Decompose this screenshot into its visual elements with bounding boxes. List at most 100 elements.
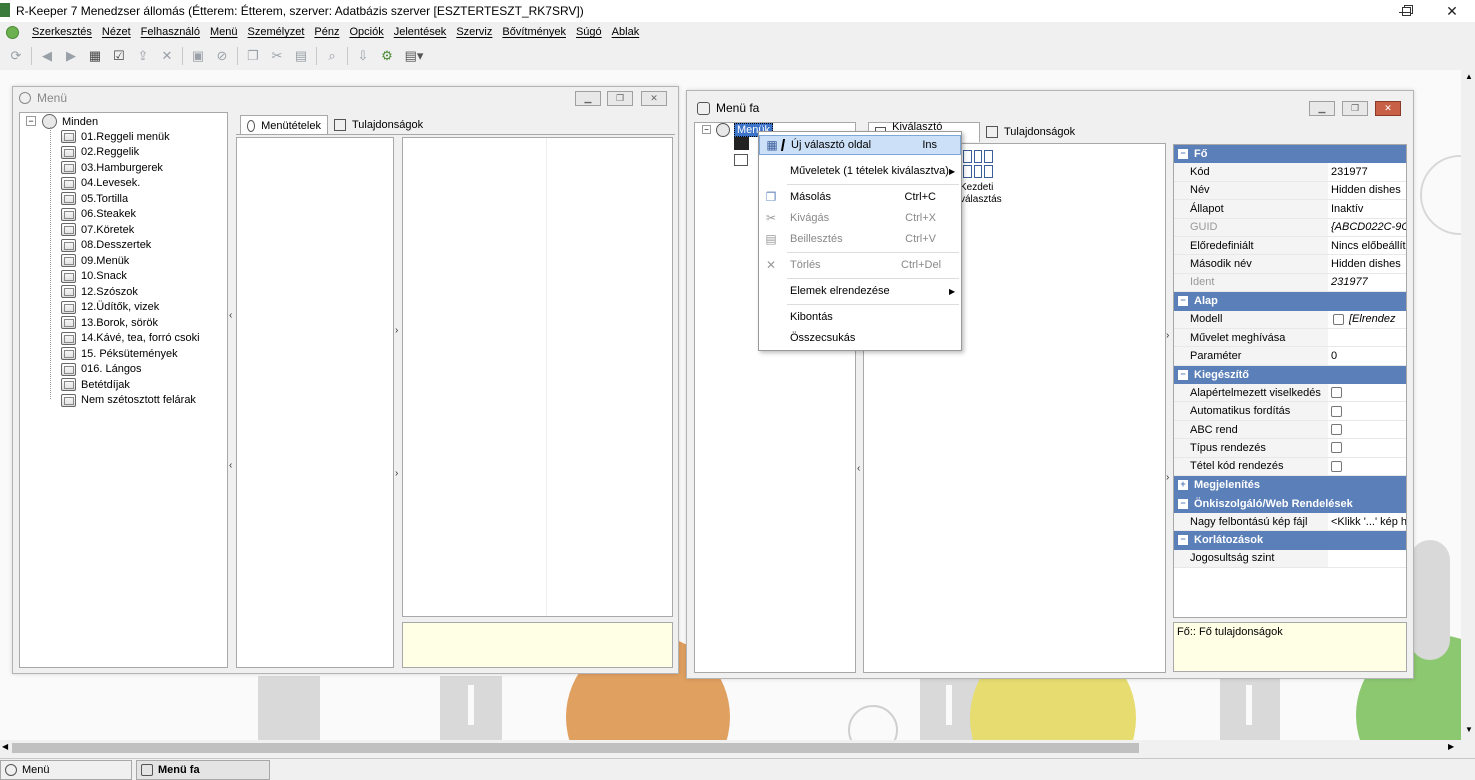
tree-child-icon-1[interactable] (734, 137, 749, 150)
tree-item-category[interactable]: 10.Snack (61, 269, 127, 284)
search-icon[interactable]: ⌕ (322, 46, 342, 66)
tree-item-category[interactable]: 05.Tortilla (61, 191, 128, 206)
tree-item-category[interactable]: 016. Lángos (61, 362, 142, 377)
section-onkiszolgalo[interactable]: − Önkiszolgáló/Web Rendelések (1174, 494, 1406, 513)
tools-icon[interactable]: ⚙ (377, 46, 397, 66)
prop-nagy-felbontas[interactable]: Nagy felbontású kép fájl <Klikk '...' kép… (1174, 512, 1406, 532)
tree-item-category[interactable]: 07.Köretek (61, 222, 134, 237)
tree-item-category[interactable]: 03.Hamburgerek (61, 160, 163, 175)
menu-penz[interactable]: Pénz (309, 26, 344, 38)
tree-item-category[interactable]: Betétdíjak (61, 377, 130, 392)
vertical-scrollbar[interactable]: ▲ ▼ (1461, 70, 1475, 740)
splitter-right-arrow[interactable]: › (395, 325, 398, 336)
tree-item-category[interactable]: 09.Menük (61, 253, 129, 268)
check-icon[interactable]: ☑ (109, 46, 129, 66)
tab-tulajdonsagok[interactable]: Tulajdonságok (328, 115, 429, 135)
menu-tree-minimize[interactable]: ▁ (1309, 101, 1335, 116)
menu-felhasznalo[interactable]: Felhasználó (136, 26, 205, 38)
section-megjelenites[interactable]: + Megjelenítés (1174, 476, 1406, 495)
prop-automatikus[interactable]: Automatikus fordítás (1174, 402, 1406, 421)
menu-szerkesztes[interactable]: Szerkesztés (27, 26, 97, 38)
tree-item-category[interactable]: 15. Péksütemények (61, 346, 178, 361)
tree-item-category[interactable]: 08.Desszertek (61, 238, 151, 253)
tab-menutetelek[interactable]: Menütételek (240, 115, 328, 135)
menu-bovitmenyek[interactable]: Bővítmények (497, 26, 571, 38)
ctx-expand[interactable]: Kibontás (759, 307, 961, 327)
tree-item-category[interactable]: 06.Steakek (61, 207, 136, 222)
forward-icon[interactable]: ▶ (61, 46, 81, 66)
tab-tulajdonsagok-2[interactable]: Tulajdonságok (980, 122, 1081, 142)
scroll-right-arrow[interactable]: ▶ (1448, 742, 1454, 751)
tree-item-category[interactable]: 13.Borok, sörök (61, 315, 158, 330)
ctx-operations[interactable]: Műveletek (1 tételek kiválasztva) ▶ (759, 161, 961, 181)
task-menu-fa[interactable]: Menü fa (136, 760, 270, 780)
splitter-right-arrow-2[interactable]: › (395, 468, 398, 479)
menu-tree-close[interactable]: ✕ (1375, 101, 1401, 116)
ctx-arrange[interactable]: Elemek elrendezése ▶ (759, 281, 961, 301)
prop-muvelet[interactable]: Művelet meghívása (1174, 328, 1406, 348)
layout-dropdown-icon[interactable]: ▤▾ (401, 46, 427, 66)
prop-masodik-nev[interactable]: Második név Hidden dishes (1174, 255, 1406, 274)
tree-item-category[interactable]: 14.Kávé, tea, forró csoki (61, 331, 200, 346)
tree-item-category[interactable]: 12.Üdítők, vizek (61, 300, 159, 315)
menu-fa-splitter-right-2[interactable]: › (1166, 472, 1169, 483)
prop-alapertelmezett[interactable]: Alapértelmezett viselkedés (1174, 384, 1406, 403)
prop-allapot[interactable]: Állapot Inaktív (1174, 200, 1406, 219)
tree-collapse-toggle[interactable]: − (26, 116, 36, 126)
menu-nezet[interactable]: Nézet (97, 26, 136, 38)
start-selection-icon[interactable] (963, 150, 993, 178)
abc-checkbox[interactable] (1331, 424, 1342, 436)
menu-window-minimize[interactable]: ▁ (575, 91, 601, 106)
prop-guid[interactable]: GUID {ABCD022C-9C (1174, 218, 1406, 237)
prop-parameter[interactable]: Paraméter 0 (1174, 347, 1406, 366)
tree-item-category[interactable]: Nem szétosztott felárak (61, 393, 196, 408)
cancel-icon[interactable]: ⊘ (212, 46, 232, 66)
menu-szemelyzet[interactable]: Személyzet (243, 26, 310, 38)
save-icon[interactable]: ▣ (188, 46, 208, 66)
section-alap[interactable]: − Alap (1174, 292, 1406, 311)
prop-modell[interactable]: Modell [Elrendez (1174, 310, 1406, 329)
menu-tree-restore[interactable]: ❐ (1342, 101, 1368, 116)
task-menu[interactable]: Menü (0, 760, 132, 780)
import-icon[interactable]: ⇩ (353, 46, 373, 66)
splitter-left-arrow-2[interactable]: ‹ (229, 460, 232, 471)
section-kiegeszito[interactable]: − Kiegészítő (1174, 365, 1406, 385)
tree-item-category[interactable]: 01.Reggeli menük (61, 129, 170, 144)
menu-window-restore[interactable]: ❐ (607, 91, 633, 106)
section-fo[interactable]: − Fő (1174, 145, 1406, 164)
copy-icon[interactable]: ❐ (243, 46, 263, 66)
close-button[interactable]: ✕ (1429, 0, 1475, 22)
tetel-checkbox[interactable] (1331, 460, 1342, 472)
modell-checkbox[interactable] (1333, 313, 1344, 325)
prop-tipus[interactable]: Típus rendezés (1174, 439, 1406, 458)
refresh-icon[interactable]: ⟳ (6, 46, 26, 66)
menu-jelentesek[interactable]: Jelentések (389, 26, 452, 38)
delete-icon[interactable]: ✕ (157, 46, 177, 66)
ctx-cut[interactable]: ✂ Kivágás Ctrl+X (759, 208, 961, 228)
ctx-paste[interactable]: ▤ Beillesztés Ctrl+V (759, 229, 961, 249)
ctx-collapse[interactable]: Összecsukás (759, 328, 961, 348)
tree-item-category[interactable]: 12.Szószok (61, 284, 138, 299)
tree-item-category[interactable]: 04.Levesek. (61, 176, 140, 191)
menu-fa-splitter-right[interactable]: › (1166, 330, 1169, 341)
menu-fa-collapse[interactable]: − (702, 125, 711, 134)
prop-kod[interactable]: Kód 231977 (1174, 163, 1406, 182)
menu-szerviz[interactable]: Szerviz (451, 26, 497, 38)
grid-icon[interactable]: ▦ (85, 46, 105, 66)
alapertelmezett-checkbox[interactable] (1331, 387, 1342, 399)
prop-jogosultsag[interactable]: Jogosultság szint (1174, 549, 1406, 568)
menu-ablak[interactable]: Ablak (607, 26, 645, 38)
menu-window-close[interactable]: ✕ (641, 91, 667, 106)
ctx-copy[interactable]: ❐ Másolás Ctrl+C (759, 187, 961, 207)
tree-item-category[interactable]: 02.Reggelik (61, 145, 139, 160)
tree-child-icon-2[interactable] (734, 154, 748, 166)
export-icon[interactable]: ⇪ (133, 46, 153, 66)
horizontal-scrollbar-thumb[interactable] (12, 743, 1139, 753)
restore-button[interactable] (1384, 0, 1428, 22)
prop-ident[interactable]: Ident 231977 (1174, 273, 1406, 293)
menu-opciok[interactable]: Opciók (344, 26, 388, 38)
prop-tetel-kod[interactable]: Tétel kód rendezés (1174, 457, 1406, 477)
prop-nev[interactable]: Név Hidden dishes (1174, 181, 1406, 201)
automatikus-checkbox[interactable] (1331, 405, 1342, 417)
prop-abc-rend[interactable]: ABC rend (1174, 420, 1406, 440)
